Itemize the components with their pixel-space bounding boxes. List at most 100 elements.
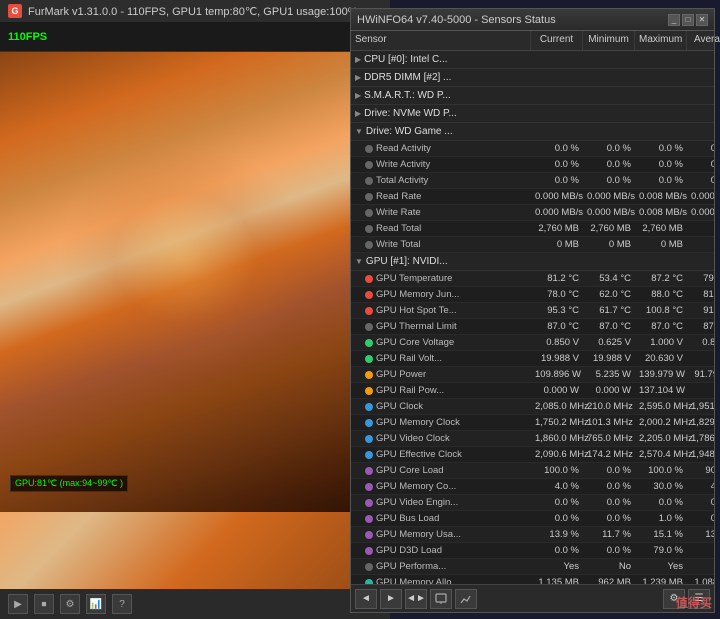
sensor-row-gpu-1[interactable]: GPU Memory Jun...78.0 °C62.0 °C88.0 °C81… xyxy=(351,287,714,303)
sensor-value-1: 61.7 °C xyxy=(583,305,635,316)
toolbar-nav-btn[interactable]: ◄► xyxy=(405,589,427,609)
sensor-row-gpu-5[interactable]: GPU Rail Volt...19.988 V19.988 V20.630 V xyxy=(351,351,714,367)
sensor-value-2: 100.0 % xyxy=(635,465,687,476)
sensor-name-cell: GPU Temperature xyxy=(351,273,531,284)
sensor-row-wdgame-5[interactable]: Read Total2,760 MB2,760 MB2,760 MB xyxy=(351,221,714,237)
sensor-value-1: 0.0 % xyxy=(583,175,635,186)
furmark-btn-4[interactable]: 📊 xyxy=(86,594,106,614)
toolbar-back-btn[interactable]: ◄ xyxy=(355,589,377,609)
sensor-row-gpu-7[interactable]: GPU Rail Pow...0.000 W0.000 W137.104 W xyxy=(351,383,714,399)
sensor-value-0: 100.0 % xyxy=(531,465,583,476)
sensor-row-wdgame-0[interactable]: Read Activity0.0 %0.0 %0.0 %0.0 % xyxy=(351,141,714,157)
hwinfo-minimize-btn[interactable]: _ xyxy=(668,14,680,26)
sensor-value-3: 79.1 °C xyxy=(687,273,714,284)
toolbar-graph-btn[interactable] xyxy=(455,589,477,609)
sensor-value-3: 0.0 % xyxy=(687,143,714,154)
sensor-row-gpu-10[interactable]: GPU Video Clock1,860.0 MHz765.0 MHz2,205… xyxy=(351,431,714,447)
sensor-row-gpu-3[interactable]: GPU Thermal Limit87.0 °C87.0 °C87.0 °C87… xyxy=(351,319,714,335)
sensor-value-2: 1,239 MB xyxy=(635,577,687,584)
sensor-name-cell: GPU Video Clock xyxy=(351,433,531,444)
furmark-temp-overlay: GPU:81℃ (max:94~99℃ ) xyxy=(10,475,128,492)
sensor-value-2: 15.1 % xyxy=(635,529,687,540)
sensor-value-0: 0.000 MB/s xyxy=(531,191,583,202)
sensor-value-3: 0.000 MB/s xyxy=(687,207,714,218)
sensor-value-1: 0.625 V xyxy=(583,337,635,348)
sensor-name-cell: Read Rate xyxy=(351,191,531,202)
sensor-value-3: 91.1 °C xyxy=(687,305,714,316)
sensor-value-1: 0.0 % xyxy=(583,545,635,556)
sensor-value-0: 2,760 MB xyxy=(531,223,583,234)
sensor-row-gpu-16[interactable]: GPU Memory Usa...13.9 %11.7 %15.1 %13.3 … xyxy=(351,527,714,543)
sensor-row-wdgame-2[interactable]: Total Activity0.0 %0.0 %0.0 %0.0 % xyxy=(351,173,714,189)
furmark-btn-2[interactable]: ⏹ xyxy=(34,594,54,614)
sensor-row-gpu-13[interactable]: GPU Memory Co...4.0 %0.0 %30.0 %4.9 % xyxy=(351,479,714,495)
group-wdgame[interactable]: ▼Drive: WD Game ... xyxy=(351,123,714,141)
sensor-value-3: 4.9 % xyxy=(687,481,714,492)
sensor-row-wdgame-1[interactable]: Write Activity0.0 %0.0 %0.0 %0.0 % xyxy=(351,157,714,173)
group-cpu[interactable]: ▶CPU [#0]: Intel C... xyxy=(351,51,714,69)
sensor-value-3: 90.4 % xyxy=(687,465,714,476)
sensor-value-3: 0.000 MB/s xyxy=(687,191,714,202)
sensor-name-cell: Write Rate xyxy=(351,207,531,218)
sensor-value-3: 13.3 % xyxy=(687,529,714,540)
group-gpu[interactable]: ▼GPU [#1]: NVIDI... xyxy=(351,253,714,271)
sensor-row-gpu-17[interactable]: GPU D3D Load0.0 %0.0 %79.0 % xyxy=(351,543,714,559)
sensor-row-gpu-12[interactable]: GPU Core Load100.0 %0.0 %100.0 %90.4 % xyxy=(351,463,714,479)
load-sensor-icon xyxy=(365,467,373,475)
hwinfo-maximize-btn[interactable]: □ xyxy=(682,14,694,26)
sensor-value-3: 1,951.0 MHz xyxy=(687,401,714,412)
furmark-titlebar: G FurMark v1.31.0.0 - 110FPS, GPU1 temp:… xyxy=(0,0,390,22)
sensor-row-gpu-0[interactable]: GPU Temperature81.2 °C53.4 °C87.2 °C79.1… xyxy=(351,271,714,287)
hwinfo-sensor-list[interactable]: ▶CPU [#0]: Intel C...▶DDR5 DIMM [#2] ...… xyxy=(351,51,714,584)
sensor-row-gpu-14[interactable]: GPU Video Engin...0.0 %0.0 %0.0 %0.0 % xyxy=(351,495,714,511)
default-sensor-icon xyxy=(365,145,373,153)
sensor-value-0: 0.850 V xyxy=(531,337,583,348)
sensor-value-1: 0.0 % xyxy=(583,159,635,170)
default-sensor-icon xyxy=(365,161,373,169)
sensor-row-wdgame-4[interactable]: Write Rate0.000 MB/s0.000 MB/s0.008 MB/s… xyxy=(351,205,714,221)
sensor-value-1: 0.0 % xyxy=(583,513,635,524)
sensor-value-1: 0.0 % xyxy=(583,481,635,492)
sensor-row-gpu-19[interactable]: GPU Memory Allo...1,135 MB962 MB1,239 MB… xyxy=(351,575,714,584)
sensor-value-1: 11.7 % xyxy=(583,529,635,540)
sensor-value-2: 0.0 % xyxy=(635,175,687,186)
toolbar-monitor-btn[interactable] xyxy=(430,589,452,609)
sensor-value-0: 0.000 W xyxy=(531,385,583,396)
sensor-value-2: 79.0 % xyxy=(635,545,687,556)
sensor-row-gpu-11[interactable]: GPU Effective Clock2,090.6 MHz174.2 MHz2… xyxy=(351,447,714,463)
sensor-row-gpu-6[interactable]: GPU Power109.896 W5.235 W139.979 W91.794… xyxy=(351,367,714,383)
expand-arrow-icon: ▶ xyxy=(355,55,361,64)
hwinfo-toolbar: ◄ ► ◄► ⚙ ☰ xyxy=(351,584,714,612)
sensor-row-wdgame-6[interactable]: Write Total0 MB0 MB0 MB xyxy=(351,237,714,253)
sensor-row-gpu-4[interactable]: GPU Core Voltage0.850 V0.625 V1.000 V0.8… xyxy=(351,335,714,351)
sensor-row-gpu-18[interactable]: GPU Performa...YesNoYesYes xyxy=(351,559,714,575)
group-smart[interactable]: ▶S.M.A.R.T.: WD P... xyxy=(351,87,714,105)
sensor-value-1: 0 MB xyxy=(583,239,635,250)
sensor-name-cell: GPU Performa... xyxy=(351,561,531,572)
sensor-name-cell: Read Activity xyxy=(351,143,531,154)
sensor-value-2: 88.0 °C xyxy=(635,289,687,300)
sensor-value-3: 0.0 % xyxy=(687,175,714,186)
group-dimm[interactable]: ▶DDR5 DIMM [#2] ... xyxy=(351,69,714,87)
load-sensor-icon xyxy=(365,499,373,507)
furmark-btn-3[interactable]: ⚙ xyxy=(60,594,80,614)
default-sensor-icon xyxy=(365,241,373,249)
sensor-value-3: 1,948.5 MHz xyxy=(687,449,714,460)
sensor-row-gpu-15[interactable]: GPU Bus Load0.0 %0.0 %1.0 %0.1 % xyxy=(351,511,714,527)
sensor-value-2: 20.630 V xyxy=(635,353,687,364)
sensor-row-wdgame-3[interactable]: Read Rate0.000 MB/s0.000 MB/s0.008 MB/s0… xyxy=(351,189,714,205)
hwinfo-close-btn[interactable]: ✕ xyxy=(696,14,708,26)
furmark-btn-1[interactable]: ▶ xyxy=(8,594,28,614)
furmark-title: FurMark v1.31.0.0 - 110FPS, GPU1 temp:80… xyxy=(28,5,357,18)
sensor-row-gpu-8[interactable]: GPU Clock2,085.0 MHz210.0 MHz2,595.0 MHz… xyxy=(351,399,714,415)
sensor-value-2: 2,595.0 MHz xyxy=(635,401,687,412)
sensor-row-gpu-2[interactable]: GPU Hot Spot Te...95.3 °C61.7 °C100.8 °C… xyxy=(351,303,714,319)
sensor-row-gpu-9[interactable]: GPU Memory Clock1,750.2 MHz101.3 MHz2,00… xyxy=(351,415,714,431)
toolbar-forward-btn[interactable]: ► xyxy=(380,589,402,609)
furmark-btn-5[interactable]: ? xyxy=(112,594,132,614)
group-nvme[interactable]: ▶Drive: NVMe WD P... xyxy=(351,105,714,123)
temp-sensor-icon xyxy=(365,307,373,315)
furmark-bottom-bar: ▶ ⏹ ⚙ 📊 ? xyxy=(0,589,390,619)
default-sensor-icon xyxy=(365,177,373,185)
furmark-fps: 110FPS xyxy=(8,31,47,43)
